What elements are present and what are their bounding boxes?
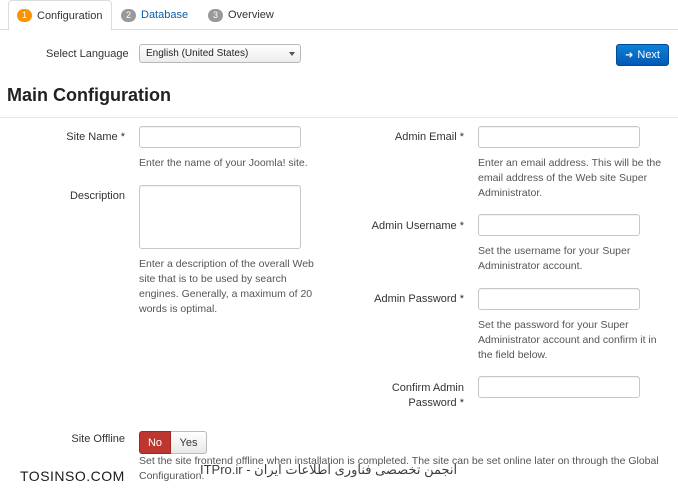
admin-email-label: Admin Email *	[394, 131, 464, 143]
description-help: Enter a description of the overall Web s…	[139, 258, 314, 315]
confirm-password-label-line2: Password *	[408, 397, 464, 409]
arrow-right-icon: ➜	[624, 49, 634, 61]
language-select[interactable]: English (United States)	[139, 44, 301, 63]
admin-username-input[interactable]	[478, 214, 640, 236]
site-name-label: Site Name *	[66, 131, 125, 143]
step-3-badge: 3	[208, 8, 223, 22]
site-name-help: Enter the name of your Joomla! site.	[139, 157, 308, 169]
admin-password-help: Set the password for your Super Administ…	[478, 319, 657, 361]
language-select-value: English (United States)	[146, 48, 249, 59]
installer-tabs: 1 Configuration 2 Database 3 Overview	[0, 0, 678, 31]
next-button-label: Next	[637, 49, 660, 61]
watermark-itpro: انجمن تخصصی فناوری اطلاعات ایران - ITPro…	[200, 462, 458, 477]
tab-configuration[interactable]: 1 Configuration	[8, 0, 113, 31]
confirm-password-label: Confirm Admin Password *	[345, 381, 464, 411]
admin-username-help: Set the username for your Super Administ…	[478, 245, 631, 272]
page-title: Main Configuration	[7, 85, 171, 105]
tab-overview[interactable]: 3 Overview	[208, 0, 274, 30]
tab-configuration-label: Configuration	[37, 9, 103, 22]
chevron-down-icon	[289, 52, 295, 56]
watermark-tosinso: TOSINSO.COM	[20, 468, 125, 484]
tab-database-label: Database	[141, 9, 189, 21]
site-offline-no-button[interactable]: No	[139, 431, 171, 454]
admin-password-input[interactable]	[478, 288, 640, 310]
admin-email-input[interactable]	[478, 126, 640, 148]
divider	[0, 117, 678, 118]
admin-username-label: Admin Username *	[371, 220, 464, 232]
admin-email-help: Enter an email address. This will be the…	[478, 157, 662, 199]
admin-password-label: Admin Password *	[374, 293, 464, 305]
description-textarea[interactable]	[139, 185, 301, 249]
step-1-badge: 1	[17, 9, 32, 22]
tab-overview-label: Overview	[228, 9, 274, 21]
select-language-label: Select Language	[46, 48, 129, 60]
step-2-badge: 2	[121, 8, 136, 22]
site-offline-yes-button[interactable]: Yes	[171, 431, 207, 454]
confirm-password-input[interactable]	[478, 376, 640, 398]
tab-database[interactable]: 2 Database	[121, 0, 188, 30]
site-name-input[interactable]	[139, 126, 301, 148]
next-button[interactable]: ➜ Next	[616, 44, 669, 66]
description-label: Description	[69, 190, 125, 202]
site-offline-toggle: No Yes	[139, 431, 207, 454]
confirm-password-label-line1: Confirm Admin	[391, 382, 464, 394]
site-offline-label: Site Offline	[71, 433, 125, 445]
